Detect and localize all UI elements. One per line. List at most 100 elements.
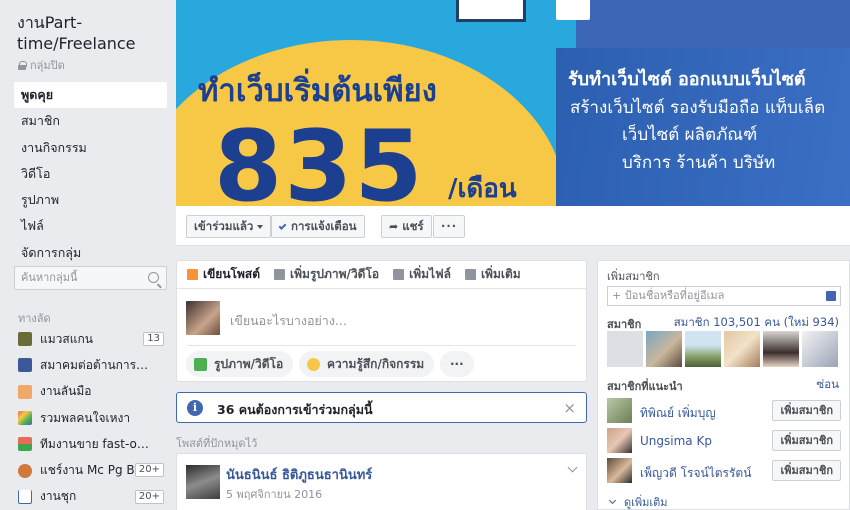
nav-item-events[interactable]: งานกิจกรรม <box>14 135 167 161</box>
post-author[interactable]: นันธนินธ์ ธิติภูธนธานินทร์ <box>226 464 372 485</box>
joined-label: เข้าร่วมแล้ว <box>194 219 254 233</box>
group-thumbnail-icon <box>18 358 32 373</box>
see-more-link[interactable]: ดูเพิ่มเติม <box>608 493 668 510</box>
more-options-button[interactable]: ··· <box>433 215 466 238</box>
post-timestamp[interactable]: 5 พฤศจิกายน 2016 <box>226 485 322 503</box>
shortcut-count-badge: 13 <box>143 332 164 346</box>
tab-more[interactable]: เพิ่มเติม <box>464 265 521 284</box>
group-privacy: กลุ่มปิด <box>18 56 65 74</box>
member-avatar[interactable] <box>763 331 799 367</box>
shortcut-item[interactable]: งานชุก 20+ <box>14 484 167 510</box>
add-member-button[interactable]: เพิ่มสมาชิก <box>772 460 841 481</box>
composer-divider <box>187 345 576 346</box>
laptop-icon <box>456 0 526 22</box>
notifications-label: การแจ้งเตือน <box>291 219 357 233</box>
photo-video-pill[interactable]: รูปภาพ/วิดีโอ <box>186 351 294 377</box>
avatar[interactable] <box>607 398 632 423</box>
tab-write-post-label: เขียนโพสต์ <box>203 267 261 281</box>
chevron-down-icon[interactable] <box>567 462 578 473</box>
search-icon[interactable] <box>148 272 159 283</box>
check-icon <box>278 222 287 230</box>
add-member-input[interactable]: + ป้อนชื่อหรือที่อยู่อีเมล <box>607 286 841 306</box>
add-member-button[interactable]: เพิ่มสมาชิก <box>772 430 841 451</box>
group-thumbnail-icon <box>18 437 32 452</box>
group-thumbnail-icon <box>18 463 32 478</box>
shortcut-label: สมาคมต่อต้านการหลอ... <box>40 357 155 372</box>
suggested-member-name[interactable]: ทิพิณย์ เพิ่มบุญ <box>640 404 716 423</box>
tab-add-photo-video-label: เพิ่มรูปภาพ/วิดีโอ <box>290 267 380 281</box>
tab-add-file[interactable]: เพิ่มไฟล์ <box>393 265 451 284</box>
group-thumbnail-icon <box>18 489 32 504</box>
more-icon <box>464 269 476 280</box>
member-avatar[interactable] <box>724 331 760 367</box>
join-requests-text[interactable]: 36 คนต้องการเข้าร่วมกลุ่มนี้ <box>217 400 373 420</box>
suggested-member-name[interactable]: เพ็ญวดี โรจน์ไตรรัตน์ <box>640 464 751 483</box>
photo-icon <box>194 357 207 371</box>
group-nav: พูดคุย สมาชิก งานกิจกรรม วิดีโอ รูปภาพ ไ… <box>14 82 167 266</box>
nav-item-manage-group[interactable]: จัดการกลุ่ม <box>14 240 167 266</box>
member-avatar[interactable] <box>646 331 682 367</box>
avatar <box>186 301 220 335</box>
pinned-post-label: โพสต์ที่ปักหมุดไว้ <box>176 437 258 450</box>
pinned-post: นันธนินธ์ ธิติภูธนธานินทร์ 5 พฤศจิกายน 2… <box>176 453 587 510</box>
nav-item-files[interactable]: ไฟล์ <box>14 213 167 239</box>
avatar[interactable] <box>607 428 632 453</box>
share-button[interactable]: ➦ แชร์ <box>381 215 432 238</box>
chevron-down-icon <box>608 496 617 505</box>
cover-line-3: เว็บไซต์ ผลิตภัณฑ์ <box>622 125 758 145</box>
members-count-link[interactable]: สมาชิก 103,501 คน (ใหม่ 934) <box>674 314 839 332</box>
share-icon: ➦ <box>389 220 399 233</box>
shortcut-label: แมวสแกน <box>40 331 93 346</box>
tab-write-post[interactable]: เขียนโพสต์ <box>187 265 260 284</box>
shortcut-label: งานชุก <box>40 489 77 504</box>
join-requests-notice[interactable]: i 36 คนต้องการเข้าร่วมกลุ่มนี้ × <box>176 392 587 423</box>
photo-video-pill-label: รูปภาพ/วิดีโอ <box>214 357 284 371</box>
tab-more-label: เพิ่มเติม <box>480 267 521 281</box>
member-avatar[interactable] <box>802 331 838 367</box>
avatar[interactable] <box>186 465 220 499</box>
shortcut-item[interactable]: แชร์งาน Mc Pg B... 20+ <box>14 457 167 483</box>
group-page: งานPart-time/Freelance กลุ่มปิด พูดคุย ส… <box>0 0 850 510</box>
shortcut-item[interactable]: งานลันมือ <box>14 379 167 405</box>
tab-add-photo-video[interactable]: เพิ่มรูปภาพ/วิดีโอ <box>274 265 379 284</box>
member-avatar[interactable] <box>685 331 721 367</box>
group-title[interactable]: งานPart-time/Freelance <box>17 12 167 54</box>
suggested-member-name[interactable]: Ungsima Kp <box>640 434 712 448</box>
shortcut-label: งานลันมือ <box>40 384 92 399</box>
shortcut-item[interactable]: ทีมงานขาย fast-online <box>14 431 167 457</box>
notifications-button[interactable]: การแจ้งเตือน <box>271 215 365 238</box>
tablet-icon <box>556 0 590 20</box>
feeling-activity-pill[interactable]: ความรู้สึก/กิจกรรม <box>299 351 435 377</box>
hide-suggestions-link[interactable]: ซ่อน <box>816 376 839 394</box>
add-members-header: เพิ่มสมาชิก <box>607 270 660 283</box>
close-icon[interactable]: × <box>563 399 576 417</box>
nav-item-members[interactable]: สมาชิก <box>14 108 167 134</box>
nav-item-discussion[interactable]: พูดคุย <box>14 82 167 109</box>
cover-line-1: รับทำเว็บไซต์ ออกแบบเว็บไซต์ <box>568 69 806 90</box>
avatar[interactable] <box>607 458 632 483</box>
lock-icon <box>18 60 27 70</box>
add-member-button[interactable]: เพิ่มสมาชิก <box>772 400 841 421</box>
shortcut-item[interactable]: รวมพลคนใจเหงา <box>14 405 167 431</box>
shortcut-label: ทีมงานขาย fast-online <box>40 436 155 451</box>
composer-more-pill[interactable]: ··· <box>440 351 474 377</box>
group-search-input[interactable]: ค้นหากลุ่มนี้ <box>14 266 167 290</box>
shortcuts-header: ทางลัด <box>18 312 51 325</box>
camera-icon <box>274 269 286 280</box>
nav-item-photos[interactable]: รูปภาพ <box>14 187 167 213</box>
nav-item-videos[interactable]: วิดีโอ <box>14 161 167 187</box>
member-avatar[interactable] <box>607 331 643 367</box>
shortcut-item[interactable]: แมวสแกน 13 <box>14 326 167 352</box>
suggested-members-header: สมาชิกที่แนะนำ <box>607 380 683 393</box>
cover-line-4: บริการ ร้านค้า บริษัท <box>622 153 776 173</box>
cover-photo[interactable]: ทำเว็บเริ่มต้นเพียง 835 /เดือน รับทำเว็บ… <box>176 0 850 206</box>
shortcut-label: รวมพลคนใจเหงา <box>40 410 131 425</box>
shortcut-count-badge: 20+ <box>134 489 164 504</box>
contacts-icon[interactable] <box>826 291 836 301</box>
shortcut-item[interactable]: สมาคมต่อต้านการหลอ... <box>14 352 167 378</box>
joined-button[interactable]: เข้าร่วมแล้ว <box>186 215 272 238</box>
composer-input[interactable]: เขียนอะไรบางอย่าง... <box>230 311 347 331</box>
suggested-member: เพ็ญวดี โรจน์ไตรรัตน์ เพิ่มสมาชิก <box>607 458 841 486</box>
feeling-activity-pill-label: ความรู้สึก/กิจกรรม <box>327 357 425 371</box>
pencil-icon <box>187 269 198 280</box>
